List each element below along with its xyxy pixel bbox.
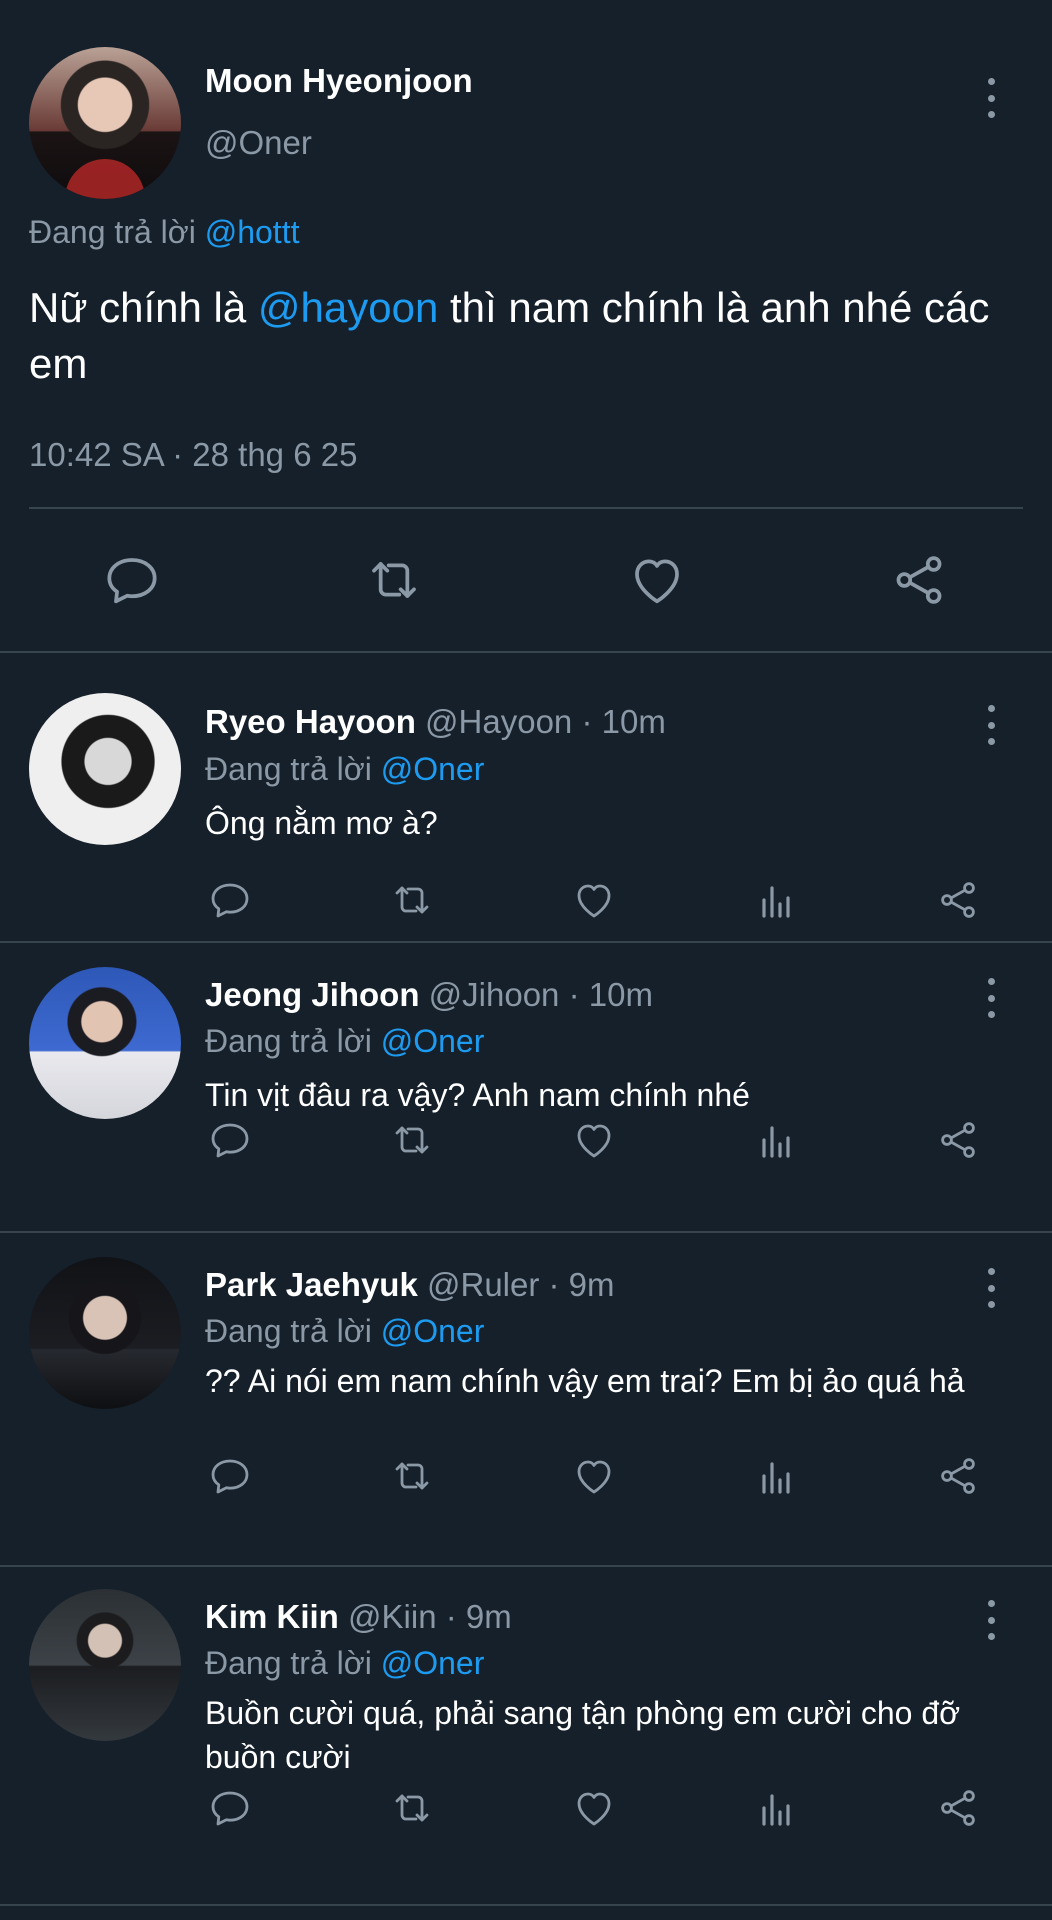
more-vertical-icon[interactable] (984, 978, 998, 1018)
replying-to-mention[interactable]: @Oner (381, 1645, 485, 1681)
replying-prefix: Đang trả lời (29, 214, 196, 250)
share-icon[interactable] (934, 1452, 982, 1500)
reply-actions (0, 1452, 1052, 1500)
replying-prefix: Đang trả lời (205, 1023, 372, 1059)
reply-tweet[interactable]: Park Jaehyuk @Ruler · 9m Đang trả lời @O… (0, 1233, 1052, 1567)
tweet-actions (0, 548, 1052, 612)
reply-name[interactable]: Kim Kiin (205, 1598, 339, 1635)
reply-handle[interactable]: @Kiin (348, 1598, 437, 1635)
reply-header: Park Jaehyuk @Ruler · 9m (205, 1266, 615, 1304)
reply-avatar[interactable] (29, 967, 181, 1119)
author-avatar[interactable] (29, 47, 181, 199)
reply-header: Jeong Jihoon @Jihoon · 10m (205, 976, 653, 1014)
share-icon[interactable] (934, 1784, 982, 1832)
share-icon[interactable] (887, 548, 951, 612)
reply-name[interactable]: Ryeo Hayoon (205, 703, 416, 740)
reply-time: · 10m (568, 976, 653, 1013)
reply-tweet[interactable]: Jeong Jihoon @Jihoon · 10m Đang trả lời … (0, 943, 1052, 1233)
more-vertical-icon[interactable] (984, 1600, 998, 1640)
reply-text: Buồn cười quá, phải sang tận phòng em cư… (205, 1695, 961, 1775)
reply-actions (0, 876, 1052, 924)
analytics-icon[interactable] (752, 876, 800, 924)
share-icon[interactable] (934, 876, 982, 924)
author-name[interactable]: Moon Hyeonjoon (205, 62, 473, 100)
reply-name[interactable]: Jeong Jihoon (205, 976, 420, 1013)
replying-to-line: Đang trả lời @Oner (205, 1313, 484, 1350)
reply-actions (0, 1784, 1052, 1832)
reply-handle[interactable]: @Ruler (427, 1266, 539, 1303)
replying-to-mention[interactable]: @Oner (381, 1023, 485, 1059)
reply-icon[interactable] (206, 1784, 254, 1832)
reply-icon[interactable] (206, 1116, 254, 1164)
replying-to-line: Đang trả lời @Oner (205, 1645, 484, 1682)
reply-time: · 9m (445, 1598, 512, 1635)
more-vertical-icon[interactable] (984, 1268, 998, 1308)
retweet-icon[interactable] (388, 876, 436, 924)
reply-name[interactable]: Park Jaehyuk (205, 1266, 418, 1303)
heart-icon[interactable] (625, 548, 689, 612)
replying-to-line: Đang trả lời @Oner (205, 1023, 484, 1060)
replying-to-line: Đang trả lời @hottt (29, 214, 299, 251)
heart-icon[interactable] (570, 1784, 618, 1832)
heart-icon[interactable] (570, 876, 618, 924)
retweet-icon[interactable] (388, 1452, 436, 1500)
reply-text: ?? Ai nói em nam chính vậy em trai? Em b… (205, 1363, 965, 1399)
heart-icon[interactable] (570, 1452, 618, 1500)
divider (29, 507, 1023, 509)
reply-avatar[interactable] (29, 1589, 181, 1741)
reply-tweet[interactable]: Kim Kiin @Kiin · 9m Đang trả lời @Oner B… (0, 1567, 1052, 1906)
share-icon[interactable] (934, 1116, 982, 1164)
retweet-icon[interactable] (362, 548, 426, 612)
retweet-icon[interactable] (388, 1116, 436, 1164)
reply-avatar[interactable] (29, 693, 181, 845)
reply-header: Kim Kiin @Kiin · 9m (205, 1598, 512, 1636)
reply-icon[interactable] (206, 876, 254, 924)
replying-prefix: Đang trả lời (205, 751, 372, 787)
more-vertical-icon[interactable] (984, 705, 998, 745)
tweet-text: Nữ chính là @hayoon thì nam chính là anh… (29, 280, 1019, 392)
reply-avatar[interactable] (29, 1257, 181, 1409)
reply-tweet[interactable]: Ryeo Hayoon @Hayoon · 10m Đang trả lời @… (0, 653, 1052, 943)
analytics-icon[interactable] (752, 1452, 800, 1500)
main-tweet: Moon Hyeonjoon @Oner Đang trả lời @hottt… (0, 0, 1052, 653)
reply-text: Ông nằm mơ à? (205, 805, 438, 841)
replying-to-mention[interactable]: @hottt (205, 214, 300, 250)
reply-icon[interactable] (100, 548, 164, 612)
replying-to-line: Đang trả lời @Oner (205, 751, 484, 788)
analytics-icon[interactable] (752, 1116, 800, 1164)
tweet-mention[interactable]: @hayoon (258, 284, 438, 331)
replying-to-mention[interactable]: @Oner (381, 751, 485, 787)
tweet-text-part: Nữ chính là (29, 284, 258, 331)
replying-to-mention[interactable]: @Oner (381, 1313, 485, 1349)
retweet-icon[interactable] (388, 1784, 436, 1832)
replying-prefix: Đang trả lời (205, 1313, 372, 1349)
analytics-icon[interactable] (752, 1784, 800, 1832)
reply-handle[interactable]: @Hayoon (425, 703, 572, 740)
reply-icon[interactable] (206, 1452, 254, 1500)
reply-time: · 10m (581, 703, 666, 740)
reply-text: Tin vịt đâu ra vậy? Anh nam chính nhé (205, 1077, 750, 1113)
more-vertical-icon[interactable] (984, 78, 998, 118)
replying-prefix: Đang trả lời (205, 1645, 372, 1681)
reply-header: Ryeo Hayoon @Hayoon · 10m (205, 703, 666, 741)
heart-icon[interactable] (570, 1116, 618, 1164)
tweet-timestamp: 10:42 SA · 28 thg 6 25 (29, 436, 358, 473)
author-handle[interactable]: @Oner (205, 124, 312, 162)
reply-handle[interactable]: @Jihoon (429, 976, 560, 1013)
reply-time: · 9m (548, 1266, 615, 1303)
reply-actions (0, 1116, 1052, 1164)
